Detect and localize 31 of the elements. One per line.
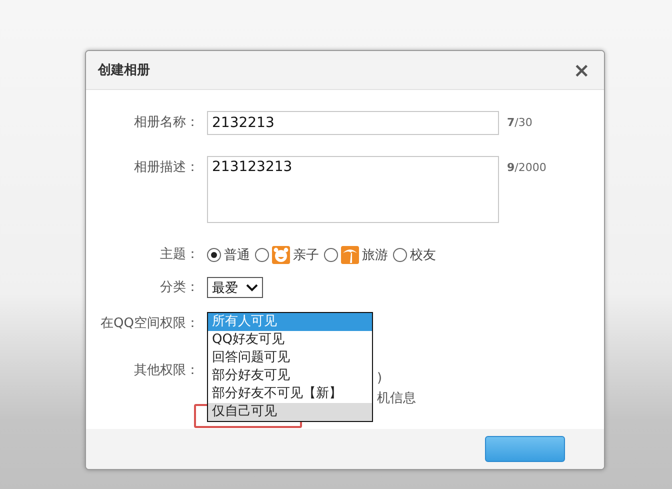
field-label: 在QQ空间权限： — [100, 315, 200, 333]
field-label: 相册描述： — [133, 159, 200, 177]
option-text: ) — [377, 370, 384, 388]
field-label: 主题： — [159, 246, 200, 264]
list-option[interactable]: 回答问题可见 — [208, 349, 372, 367]
radio-button[interactable] — [393, 248, 407, 262]
field-label: 相册名称： — [133, 114, 200, 132]
list-option[interactable]: QQ好友可见 — [208, 331, 372, 349]
baby-face-icon — [272, 246, 290, 264]
list-option[interactable]: 部分好友不可见【新】 — [208, 385, 372, 403]
radio-label: 亲子 — [293, 247, 319, 264]
close-button[interactable]: × — [571, 60, 592, 80]
album-description-field[interactable]: 213123213 — [207, 156, 499, 223]
character-counter: 9/2000 — [507, 160, 546, 176]
list-option[interactable]: 仅自己可见 — [208, 403, 372, 421]
radio-button[interactable] — [255, 248, 269, 262]
radio-label: 普通 — [224, 246, 250, 264]
option-text: 机信息 — [377, 390, 416, 408]
radio-button[interactable] — [324, 248, 338, 262]
category-dropdown[interactable]: 最爱 — [207, 277, 263, 298]
permission-listbox[interactable]: 所有人可见 QQ好友可见 回答问题可见 部分好友可见 部分好友不可见【新】 仅自己可见 — [207, 312, 373, 422]
list-option[interactable]: 部分好友可见 — [208, 367, 372, 385]
field-label: 分类： — [159, 279, 200, 297]
radio-label: 校友 — [410, 247, 436, 264]
radio-button[interactable] — [207, 248, 221, 262]
chevron-down-icon — [246, 284, 258, 292]
album-name-field[interactable]: 2132213 — [207, 111, 499, 135]
dialog-title: 创建相册 — [98, 62, 150, 79]
radio-label: 旅游 — [362, 247, 388, 264]
field-label: 其他权限： — [133, 362, 200, 380]
character-counter: 7/30 — [507, 115, 532, 131]
